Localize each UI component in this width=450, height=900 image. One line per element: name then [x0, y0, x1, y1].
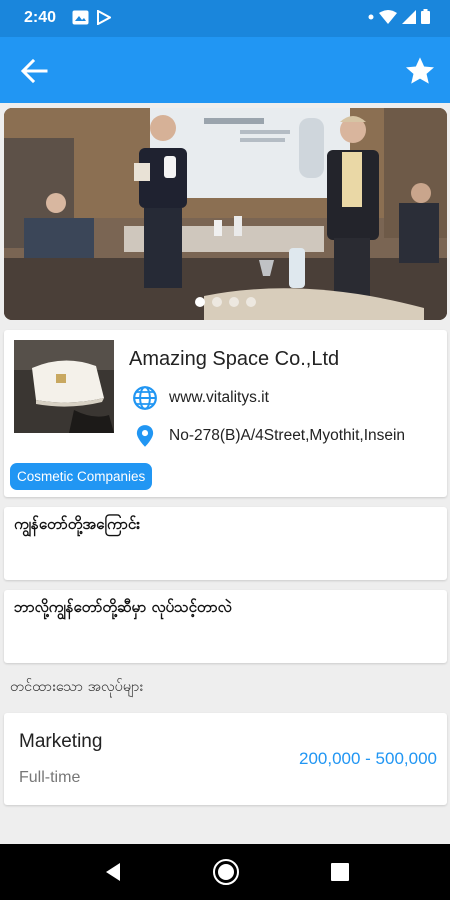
why-work-with-us-title: ဘာလို့ကျွန်တော်တို့ဆီမှာ လုပ်သင့်တာလဲ [14, 598, 232, 616]
system-navigation-bar [0, 844, 450, 900]
app-bar [0, 37, 450, 103]
location-pin-icon [136, 425, 154, 447]
carousel-dot[interactable] [212, 297, 222, 307]
carousel-dot[interactable] [195, 297, 205, 307]
battery-icon [421, 9, 430, 24]
job-list-item[interactable]: Marketing Full-time 200,000 - 500,000 [4, 713, 447, 805]
category-badge[interactable]: Cosmetic Companies [10, 463, 153, 490]
company-logo [14, 340, 114, 433]
carousel-indicator [4, 297, 447, 307]
nav-back-icon[interactable] [101, 860, 125, 884]
carousel-photo [4, 108, 447, 320]
job-type: Full-time [19, 769, 81, 786]
company-address: No-278(B)A/4Street,Myothit,Insein [169, 427, 406, 444]
carousel-dot[interactable] [229, 297, 239, 307]
company-info-card: Amazing Space Co.,Ltd www.vitalitys.it N… [4, 330, 447, 497]
status-bar: 2:40 [0, 0, 450, 37]
star-icon[interactable] [404, 55, 436, 87]
system-icons [368, 9, 430, 24]
company-name: Amazing Space Co.,Ltd [129, 348, 340, 370]
globe-icon [133, 386, 157, 410]
website-link[interactable]: www.vitalitys.it [169, 389, 269, 407]
why-work-with-us-card[interactable]: ဘာလို့ကျွန်တော်တို့ဆီမှာ လုပ်သင့်တာလဲ [4, 590, 447, 663]
job-title: Marketing [19, 731, 103, 752]
about-us-title: ကျွန်တော်တို့အကြောင်း [14, 515, 141, 533]
carousel-dot[interactable] [246, 297, 256, 307]
nav-recents-icon[interactable] [328, 860, 352, 884]
gallery-notification-icon [72, 10, 89, 25]
arrow-left-icon[interactable] [18, 56, 50, 86]
cell-signal-icon [402, 9, 416, 24]
image-carousel[interactable] [4, 108, 447, 320]
nav-home-icon[interactable] [212, 858, 240, 886]
dot-icon [368, 14, 374, 19]
notification-icons [72, 10, 111, 25]
status-time: 2:40 [24, 9, 57, 26]
play-notification-icon [97, 10, 111, 25]
job-salary: 200,000 - 500,000 [298, 749, 437, 768]
posted-jobs-heading: တင်ထားသော အလုပ်များ [10, 679, 144, 695]
wifi-icon [379, 9, 397, 24]
about-us-card[interactable]: ကျွန်တော်တို့အကြောင်း [4, 507, 447, 580]
